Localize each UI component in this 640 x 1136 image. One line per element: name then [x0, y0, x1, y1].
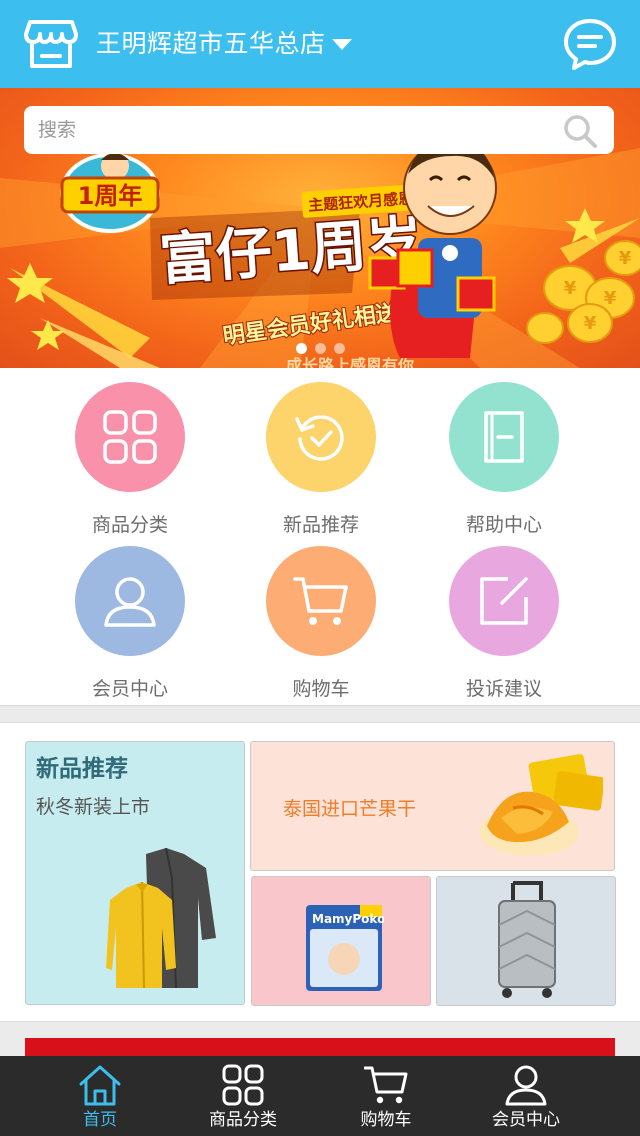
nav-label: 首页	[83, 1110, 117, 1130]
quick-item-member[interactable]: 会员中心	[50, 546, 210, 700]
grid-icon	[103, 410, 157, 464]
quick-menu: 商品分类 新品推荐 帮助中心 会员中心 购物车 投诉建议	[0, 368, 640, 706]
feedback-circle[interactable]	[449, 546, 559, 656]
member-circle[interactable]	[75, 546, 185, 656]
quick-item-feedback[interactable]: 投诉建议	[424, 546, 584, 700]
carousel-dot[interactable]	[315, 343, 326, 354]
refresh-check-icon	[295, 415, 344, 461]
carousel-dot[interactable]	[296, 343, 307, 354]
nav-label: 购物车	[360, 1110, 412, 1130]
mango-text: 泰国进口芒果干	[283, 798, 417, 820]
badge-text: 1周年	[78, 182, 143, 210]
store-icon[interactable]	[24, 18, 78, 70]
category-circle[interactable]	[75, 382, 185, 492]
mango-card[interactable]: 泰国进口芒果干	[250, 741, 615, 871]
nav-label: 商品分类	[209, 1110, 277, 1130]
diaper-card[interactable]: MamyPoko	[251, 876, 431, 1006]
quick-item-label: 商品分类	[91, 514, 168, 536]
chat-icon[interactable]	[562, 16, 618, 72]
coat-image	[106, 848, 216, 989]
home-icon	[79, 1065, 121, 1106]
quick-item-category[interactable]: 商品分类	[50, 382, 210, 536]
banner-footer: 成长路上感恩有你	[286, 356, 414, 368]
luggage-card[interactable]	[436, 876, 616, 1006]
quick-item-label: 投诉建议	[465, 678, 542, 700]
quick-item-help[interactable]: 帮助中心	[424, 382, 584, 536]
suitcase-image	[498, 881, 556, 998]
carousel-indicator[interactable]	[296, 343, 345, 354]
top-bar: 王明辉超市五华总店	[0, 0, 640, 88]
nav-item-category[interactable]: 商品分类	[173, 1056, 313, 1136]
user-icon	[104, 577, 156, 627]
search-icon[interactable]	[562, 113, 598, 149]
new-arrivals-subtitle: 秋冬新装上市	[36, 796, 151, 818]
search-box[interactable]: 搜索	[24, 106, 614, 154]
quick-item-cart[interactable]: 购物车	[241, 546, 401, 700]
quick-item-new[interactable]: 新品推荐	[241, 382, 401, 536]
svg-text:¥: ¥	[564, 278, 577, 299]
nav-label: 会员中心	[492, 1110, 560, 1130]
quick-item-label: 会员中心	[91, 678, 168, 700]
help-circle[interactable]	[449, 382, 559, 492]
cart-icon	[364, 1066, 408, 1104]
new-arrivals-card[interactable]: 新品推荐 秋冬新装上市	[25, 741, 245, 1005]
diaper-brand: MamyPoko	[312, 912, 384, 926]
quick-item-label: 新品推荐	[282, 514, 359, 536]
cart-icon	[293, 577, 348, 625]
new-circle[interactable]	[266, 382, 376, 492]
promo-section: 新品推荐 秋冬新装上市 泰国进口芒果干 MamyPoko	[0, 722, 640, 1022]
grid-icon	[222, 1064, 264, 1106]
mango-image	[479, 754, 603, 856]
diaper-pack-image: MamyPoko	[306, 905, 384, 991]
carousel-dot[interactable]	[334, 343, 345, 354]
search-input[interactable]: 搜索	[38, 116, 76, 144]
nav-item-member[interactable]: 会员中心	[456, 1056, 596, 1136]
edit-icon	[480, 577, 528, 625]
chevron-down-icon[interactable]	[330, 36, 354, 52]
book-icon	[484, 411, 524, 463]
quick-item-label: 帮助中心	[465, 514, 542, 536]
bottom-nav: 首页 商品分类 购物车 会员中心	[0, 1056, 640, 1136]
promo-banner[interactable]: 搜索 ¥ ¥ ¥ ¥ 1周年 富仔1周岁 主题狂欢月感恩篇 明星会员好礼相送 成…	[0, 88, 640, 368]
quick-item-label: 购物车	[292, 678, 350, 700]
new-arrivals-title: 新品推荐	[36, 756, 128, 782]
nav-item-cart[interactable]: 购物车	[316, 1056, 456, 1136]
store-name[interactable]: 王明辉超市五华总店	[96, 27, 326, 61]
svg-text:¥: ¥	[584, 313, 597, 334]
svg-text:¥: ¥	[619, 248, 632, 269]
svg-text:¥: ¥	[604, 288, 617, 309]
cart-circle[interactable]	[266, 546, 376, 656]
nav-item-home[interactable]: 首页	[30, 1056, 170, 1136]
user-icon	[505, 1065, 547, 1106]
